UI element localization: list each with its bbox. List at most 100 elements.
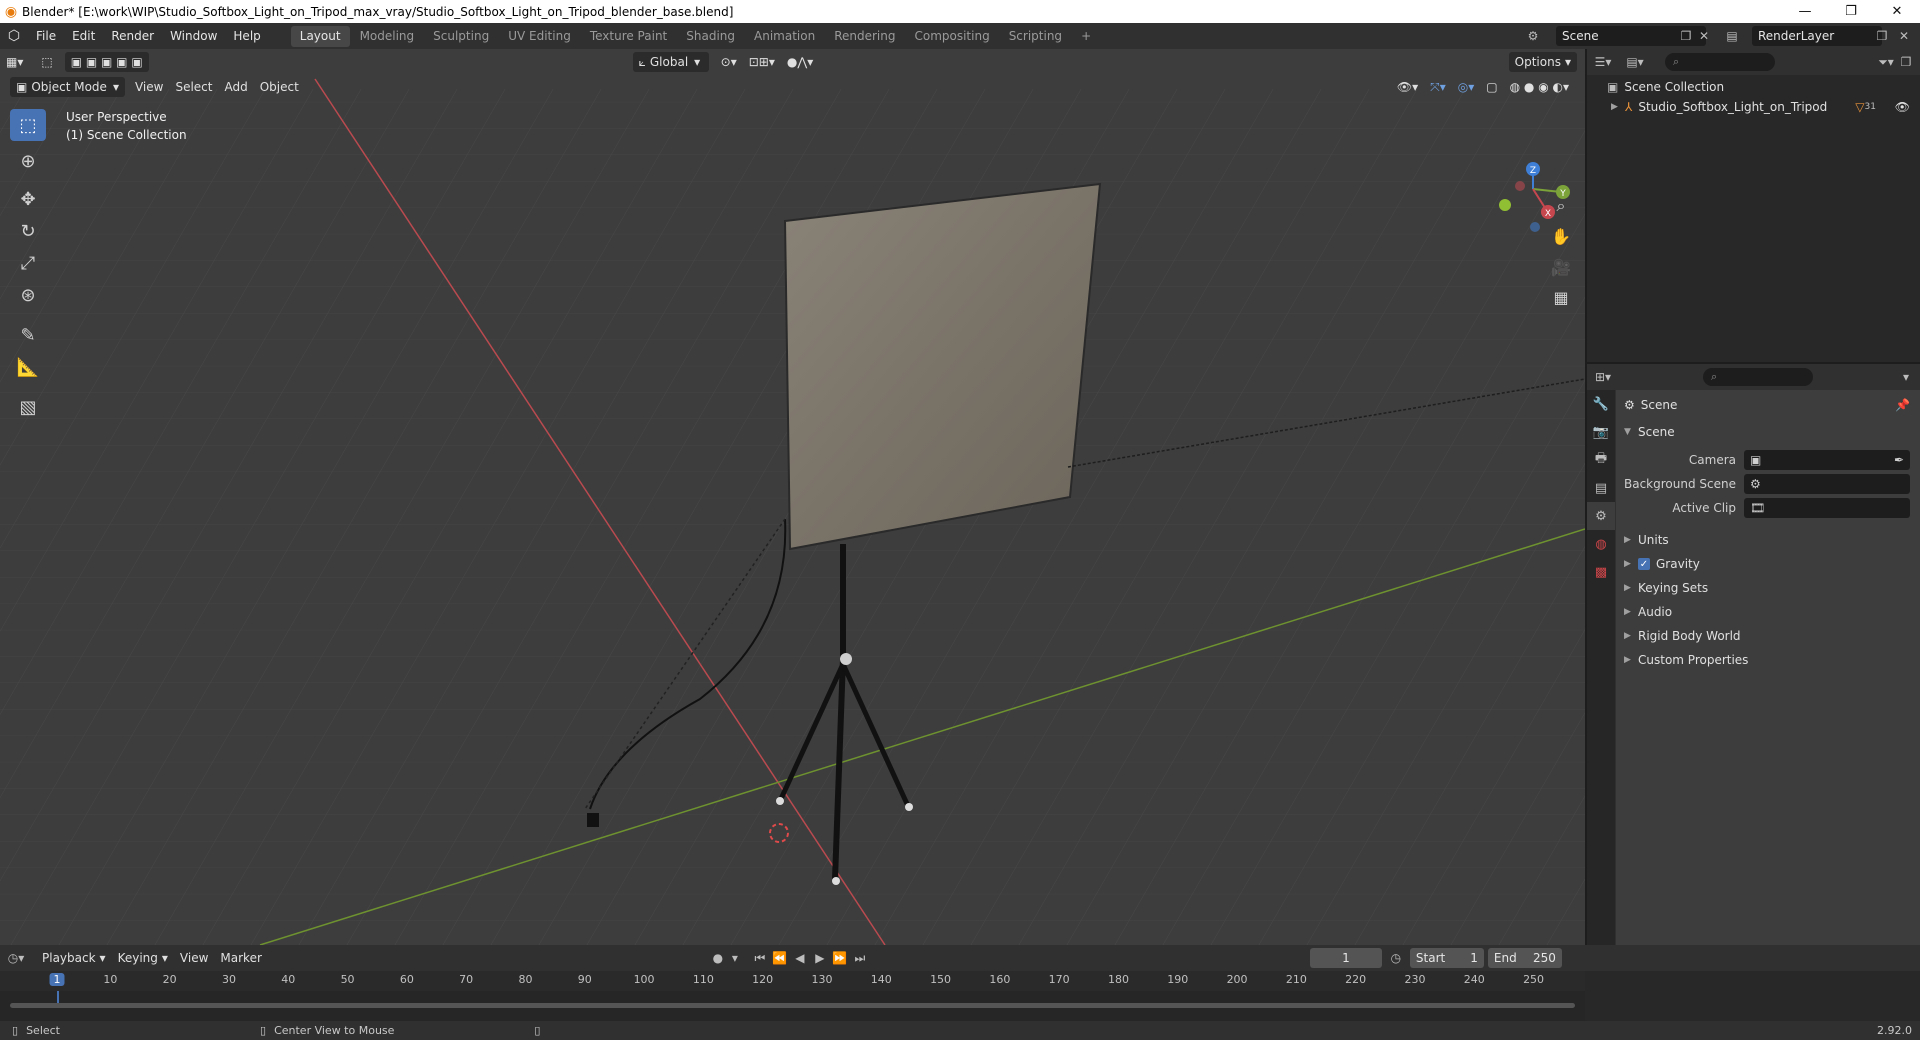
scene-tab-icon[interactable]: ⚙ bbox=[1587, 502, 1615, 530]
menu-file[interactable]: File bbox=[28, 23, 64, 49]
chevron-down-icon[interactable]: ▾ bbox=[728, 948, 742, 968]
rigid-body-world-panel-header[interactable]: ▶ Rigid Body World bbox=[1616, 624, 1920, 648]
menu-view[interactable]: View bbox=[129, 77, 169, 97]
menu-window[interactable]: Window bbox=[162, 23, 225, 49]
scene-panel-header[interactable]: ▼ Scene bbox=[1616, 420, 1920, 444]
annotate-tool-icon[interactable]: ✎ bbox=[10, 319, 46, 351]
view-layer-tab-icon[interactable]: ▤ bbox=[1587, 474, 1615, 502]
render-tab-icon[interactable]: 📷 bbox=[1587, 418, 1615, 446]
blender-menu-icon[interactable]: ⬡ bbox=[0, 23, 28, 49]
menu-edit[interactable]: Edit bbox=[64, 23, 103, 49]
overlay-toggle-icon[interactable]: ◎▾ bbox=[1452, 77, 1481, 97]
prev-keyframe-icon[interactable]: ⏪ bbox=[770, 948, 790, 968]
menu-object[interactable]: Object bbox=[254, 77, 305, 97]
tab-texture-paint[interactable]: Texture Paint bbox=[581, 26, 676, 47]
audio-panel-header[interactable]: ▶ Audio bbox=[1616, 600, 1920, 624]
next-keyframe-icon[interactable]: ⏩ bbox=[830, 948, 850, 968]
tab-layout[interactable]: Layout bbox=[290, 25, 350, 47]
maximize-button[interactable]: ❐ bbox=[1828, 0, 1874, 23]
clock-icon[interactable]: ◷ bbox=[1386, 948, 1406, 968]
editor-type-icon[interactable]: ▦▾ bbox=[0, 52, 29, 72]
start-frame-field[interactable]: Start 1 bbox=[1409, 948, 1484, 968]
new-collection-icon[interactable]: ❐ bbox=[1896, 52, 1916, 72]
transform-tool-icon[interactable]: ⊛ bbox=[10, 279, 46, 311]
tab-rendering[interactable]: Rendering bbox=[825, 26, 904, 47]
timeline-ruler[interactable]: 1 10 20 30 40 50 60 70 80 90 100 110 120 130 140 150 160… bbox=[0, 971, 1585, 991]
remove-view-layer-icon[interactable]: ✕ bbox=[1894, 26, 1914, 46]
background-scene-field[interactable]: ⚙ bbox=[1744, 474, 1910, 494]
select-tool-icon[interactable]: ⬚ bbox=[35, 52, 58, 72]
jump-end-icon[interactable]: ⏭ bbox=[850, 948, 870, 968]
3d-viewport[interactable]: Z Y X ▦▾ ⬚ ▣ ▣ ▣ ▣ ▣ ⟀ Global ▾ ⊙▾ ⊡⊞▾ ●… bbox=[0, 49, 1585, 945]
ortho-grid-icon[interactable]: ▦ bbox=[1547, 283, 1575, 311]
eye-visibility-icon[interactable]: 👁 bbox=[1895, 100, 1910, 114]
outliner-editor-icon[interactable]: ☰▾ bbox=[1593, 52, 1613, 72]
menu-help[interactable]: Help bbox=[225, 23, 268, 49]
tab-compositing[interactable]: Compositing bbox=[905, 26, 998, 47]
remove-scene-icon[interactable]: ✕ bbox=[1694, 26, 1714, 46]
close-button[interactable]: ✕ bbox=[1874, 0, 1920, 23]
display-mode-icon[interactable]: ▤▾ bbox=[1625, 52, 1645, 72]
current-frame-field[interactable]: 1 bbox=[1309, 948, 1382, 968]
texture-tab-icon[interactable]: ▩ bbox=[1587, 558, 1615, 586]
menu-timeline-view[interactable]: View bbox=[174, 948, 214, 968]
scale-tool-icon[interactable]: ⤢ bbox=[10, 247, 46, 279]
properties-editor-icon[interactable]: ⊞▾ bbox=[1593, 367, 1613, 387]
end-frame-field[interactable]: End 250 bbox=[1487, 948, 1562, 968]
snap-icon[interactable]: ⊡⊞▾ bbox=[743, 52, 781, 72]
menu-keying[interactable]: Keying ▾ bbox=[112, 948, 174, 968]
tab-modeling[interactable]: Modeling bbox=[351, 26, 424, 47]
menu-select[interactable]: Select bbox=[169, 77, 218, 97]
camera-field[interactable]: ▣ ✒ bbox=[1744, 450, 1910, 470]
cursor-tool-icon[interactable]: ⊕ bbox=[10, 145, 46, 177]
keying-sets-panel-header[interactable]: ▶ Keying Sets bbox=[1616, 576, 1920, 600]
xray-icon[interactable]: ▢ bbox=[1480, 77, 1503, 97]
filter-icon[interactable]: ⏷▾ bbox=[1876, 52, 1896, 72]
tab-shading[interactable]: Shading bbox=[677, 26, 744, 47]
pin-icon[interactable]: 📌 bbox=[1895, 398, 1910, 412]
rotate-tool-icon[interactable]: ↻ bbox=[10, 215, 46, 247]
tab-sculpting[interactable]: Sculpting bbox=[424, 26, 498, 47]
output-tab-icon[interactable]: 🖶 bbox=[1587, 446, 1615, 474]
visibility-icon[interactable]: 👁▾ bbox=[1391, 77, 1424, 97]
gravity-panel-header[interactable]: ▶ ✓ Gravity bbox=[1616, 552, 1920, 576]
mode-dropdown[interactable]: ▣ Object Mode ▾ bbox=[10, 77, 125, 97]
units-panel-header[interactable]: ▶ Units bbox=[1616, 528, 1920, 552]
proportional-edit-icon[interactable]: ●⋀▾ bbox=[781, 52, 819, 72]
tool-tab-icon[interactable]: 🔧 bbox=[1587, 390, 1615, 418]
options-dropdown[interactable]: Options ▾ bbox=[1508, 52, 1577, 72]
properties-search-input[interactable]: ⌕ bbox=[1703, 368, 1813, 386]
record-icon[interactable]: ● bbox=[708, 948, 728, 968]
tab-uv-editing[interactable]: UV Editing bbox=[499, 26, 580, 47]
gizmo-toggle-icon[interactable]: ⤧▾ bbox=[1424, 77, 1452, 97]
eyedropper-icon[interactable]: ✒ bbox=[1894, 453, 1904, 467]
play-reverse-icon[interactable]: ◀ bbox=[790, 948, 810, 968]
new-scene-icon[interactable]: ❐ bbox=[1676, 26, 1696, 46]
measure-tool-icon[interactable]: 📐 bbox=[10, 351, 46, 383]
tab-animation[interactable]: Animation bbox=[745, 26, 824, 47]
timeline-track[interactable] bbox=[0, 991, 1585, 1021]
new-view-layer-icon[interactable]: ❐ bbox=[1872, 26, 1892, 46]
view-layer-icon[interactable]: ▤ bbox=[1722, 26, 1742, 46]
shading-modes-icons[interactable]: ◍ ● ◉ ◐▾ bbox=[1504, 77, 1575, 97]
pan-hand-icon[interactable]: ✋ bbox=[1547, 222, 1575, 250]
move-tool-icon[interactable]: ✥ bbox=[10, 183, 46, 215]
pivot-icon[interactable]: ⊙▾ bbox=[715, 52, 743, 72]
tree-row-object[interactable]: ▶ ⅄ Studio_Softbox_Light_on_Tripod ▽ 31 … bbox=[1587, 97, 1920, 117]
play-icon[interactable]: ▶ bbox=[810, 948, 830, 968]
active-clip-field[interactable]: 🎞 bbox=[1744, 498, 1910, 518]
timeline-scrollbar[interactable] bbox=[10, 1003, 1575, 1008]
menu-add[interactable]: Add bbox=[218, 77, 253, 97]
jump-start-icon[interactable]: ⏮ bbox=[750, 948, 770, 968]
softbox-panel[interactable] bbox=[783, 182, 1102, 551]
chevron-down-icon[interactable]: ▾ bbox=[1896, 367, 1916, 387]
expand-arrow-icon[interactable]: ▶ bbox=[1611, 102, 1625, 112]
select-box-tool-icon[interactable]: ⬚ bbox=[10, 109, 46, 141]
menu-marker[interactable]: Marker bbox=[214, 948, 267, 968]
world-tab-icon[interactable]: ◍ bbox=[1587, 530, 1615, 558]
view-layer-selector[interactable]: RenderLayer bbox=[1752, 26, 1882, 46]
outliner-search-input[interactable]: ⌕ bbox=[1665, 53, 1775, 71]
orientation-dropdown[interactable]: ⟀ Global ▾ bbox=[632, 52, 709, 72]
selection-mode-icons[interactable]: ▣ ▣ ▣ ▣ ▣ bbox=[64, 52, 149, 72]
minimize-button[interactable]: — bbox=[1782, 0, 1828, 23]
